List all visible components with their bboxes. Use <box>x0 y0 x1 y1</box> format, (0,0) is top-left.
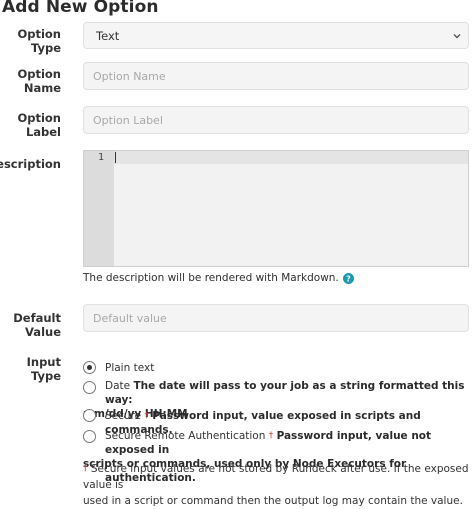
option-type-value: Text <box>96 28 120 43</box>
default-value-label: Default Value <box>13 311 61 339</box>
radio-plain-text[interactable] <box>83 361 96 374</box>
description-help: The description will be rendered with Ma… <box>83 272 354 284</box>
option-label-input[interactable]: Option Label <box>83 106 469 134</box>
editor-gutter: 1 <box>84 151 114 266</box>
option-name-label: Option Name <box>17 67 61 95</box>
question-circle-icon[interactable]: ? <box>342 272 354 284</box>
line-number: 1 <box>98 152 105 163</box>
option-name-placeholder: Option Name <box>93 69 166 83</box>
editor-active-line <box>114 151 468 164</box>
default-value-placeholder: Default value <box>93 311 167 325</box>
chevron-down-icon <box>453 34 461 39</box>
option-label-label: Option Label <box>17 111 61 139</box>
option-name-input[interactable]: Option Name <box>83 62 469 90</box>
option-plain-text: Plain text <box>105 362 155 374</box>
radio-secure-remote-auth[interactable] <box>83 430 96 443</box>
option-type-select[interactable]: Text <box>83 22 469 49</box>
svg-text:?: ? <box>346 274 351 283</box>
option-label-placeholder: Option Label <box>93 113 163 127</box>
default-value-input[interactable]: Default value <box>83 304 469 332</box>
page-title: Add New Option <box>2 0 159 17</box>
editor-cursor <box>115 152 116 163</box>
secure-input-note: † Secure input values are not stored by … <box>83 463 469 507</box>
input-type-label: Input Type <box>26 355 61 383</box>
description-editor[interactable]: 1 <box>83 150 469 267</box>
radio-date[interactable] <box>83 381 96 394</box>
description-label: Description <box>0 157 61 171</box>
radio-secure[interactable] <box>83 409 96 422</box>
description-help-text: The description will be rendered with Ma… <box>83 272 339 284</box>
option-type-label: Option Type <box>17 27 61 55</box>
